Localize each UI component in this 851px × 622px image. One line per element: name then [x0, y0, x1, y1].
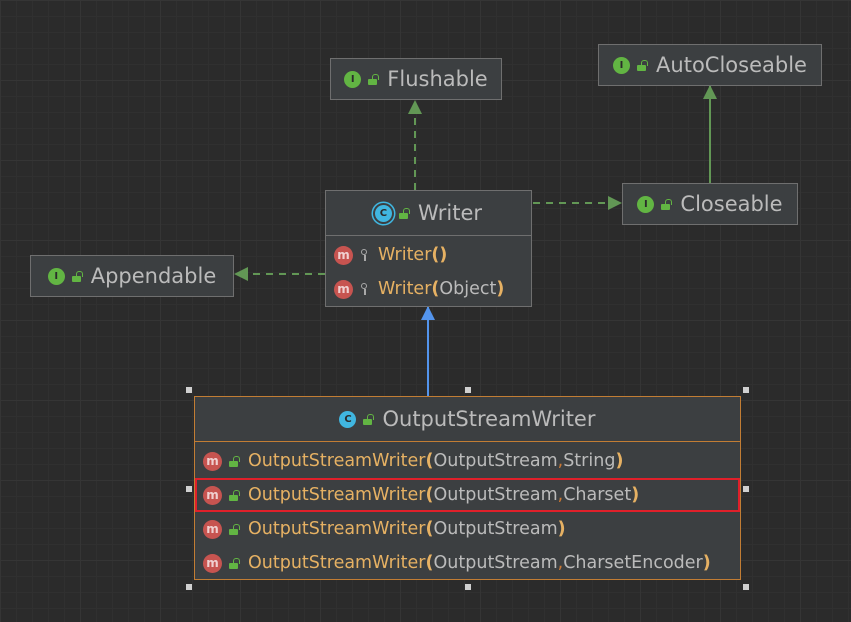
closeable-title: Closeable	[680, 192, 783, 216]
method-icon: m	[203, 485, 222, 505]
lock-icon	[229, 455, 240, 467]
closeable-node[interactable]: I Closeable	[622, 183, 798, 225]
abstract-class-icon: C	[374, 204, 392, 222]
autocloseable-title: AutoCloseable	[656, 53, 807, 77]
appendable-node[interactable]: I Appendable	[30, 255, 234, 297]
appendable-header: I Appendable	[31, 256, 233, 296]
lock-icon	[229, 523, 240, 535]
method-name: Writer	[378, 279, 432, 299]
interface-icon: I	[344, 70, 362, 88]
close-paren: )	[557, 519, 566, 539]
param-type: OutputStream	[433, 485, 558, 505]
method-name: OutputStreamWriter	[248, 519, 426, 539]
method-icon: m	[203, 553, 222, 573]
method-icon: m	[334, 279, 353, 299]
outputstreamwriter-title: OutputStreamWriter	[382, 407, 596, 431]
selection-handle-bottom-right[interactable]	[743, 584, 749, 590]
open-paren: (	[425, 519, 434, 539]
selection-handle-middle-left[interactable]	[186, 486, 192, 492]
lock-icon	[368, 73, 380, 85]
outputstreamwriter-node[interactable]: C OutputStreamWriter m OutputStreamWriter…	[194, 396, 741, 580]
method-icon: m	[203, 519, 222, 539]
member-row[interactable]: m OutputStreamWriter(OutputStream, String…	[195, 444, 740, 478]
member-row[interactable]: m Writer()	[326, 238, 531, 272]
writer-header: C Writer	[326, 191, 531, 236]
flushable-title: Flushable	[387, 67, 488, 91]
flushable-node[interactable]: I Flushable	[330, 58, 502, 100]
close-paren: )	[615, 451, 624, 471]
method-name: OutputStreamWriter	[248, 451, 426, 471]
param-type: OutputStream	[433, 519, 558, 539]
param-type: OutputStream	[433, 553, 558, 573]
closeable-header: I Closeable	[623, 184, 797, 224]
member-row[interactable]: m OutputStreamWriter(OutputStream, Charse…	[195, 546, 740, 580]
lock-icon	[398, 207, 410, 219]
outputstreamwriter-members: m OutputStreamWriter(OutputStream, String…	[195, 442, 740, 582]
method-name: OutputStreamWriter	[248, 485, 426, 505]
selection-handle-middle-right[interactable]	[743, 486, 749, 492]
member-row[interactable]: m OutputStreamWriter(OutputStream)	[195, 512, 740, 546]
member-row[interactable]: m Writer(Object)	[326, 272, 531, 306]
interface-icon: I	[47, 267, 65, 285]
writer-node[interactable]: C Writer m Writer() m Writer(Object)	[325, 190, 532, 307]
param-type: CharsetEncoder	[563, 553, 703, 573]
open-paren: (	[425, 451, 434, 471]
open-paren: (	[425, 553, 434, 573]
close-paren: )	[702, 553, 711, 573]
open-paren: (	[431, 279, 440, 299]
param-type: String	[563, 451, 616, 471]
writer-members: m Writer() m Writer(Object)	[326, 236, 531, 308]
flushable-header: I Flushable	[331, 59, 501, 99]
lock-icon	[661, 198, 673, 210]
open-paren: (	[425, 485, 434, 505]
autocloseable-header: I AutoCloseable	[599, 45, 821, 85]
outputstreamwriter-header: C OutputStreamWriter	[195, 397, 740, 442]
method-name: Writer	[378, 245, 432, 265]
method-icon: m	[203, 451, 222, 471]
interface-icon: I	[637, 195, 655, 213]
key-icon	[361, 249, 368, 261]
lock-icon	[637, 59, 649, 71]
close-paren: )	[439, 245, 448, 265]
interface-icon: I	[613, 56, 631, 74]
lock-icon	[363, 413, 375, 425]
param-type: Charset	[563, 485, 632, 505]
selection-handle-bottom-left[interactable]	[186, 584, 192, 590]
writer-title: Writer	[417, 201, 483, 225]
method-icon: m	[334, 245, 353, 265]
class-icon: C	[339, 410, 357, 428]
selection-handle-bottom-center[interactable]	[465, 584, 471, 590]
param-type: OutputStream	[433, 451, 558, 471]
selection-handle-top-right[interactable]	[743, 387, 749, 393]
appendable-title: Appendable	[90, 264, 217, 288]
open-paren: (	[431, 245, 440, 265]
member-row[interactable]: m OutputStreamWriter(OutputStream, Charse…	[195, 478, 740, 512]
lock-icon	[229, 489, 240, 501]
param-type: Object	[439, 279, 497, 299]
key-icon	[361, 283, 368, 295]
close-paren: )	[496, 279, 505, 299]
selection-handle-top-center[interactable]	[465, 387, 471, 393]
close-paren: )	[631, 485, 640, 505]
autocloseable-node[interactable]: I AutoCloseable	[598, 44, 822, 86]
lock-icon	[229, 557, 240, 569]
selection-handle-top-left[interactable]	[186, 387, 192, 393]
method-name: OutputStreamWriter	[248, 553, 426, 573]
lock-icon	[71, 270, 83, 282]
